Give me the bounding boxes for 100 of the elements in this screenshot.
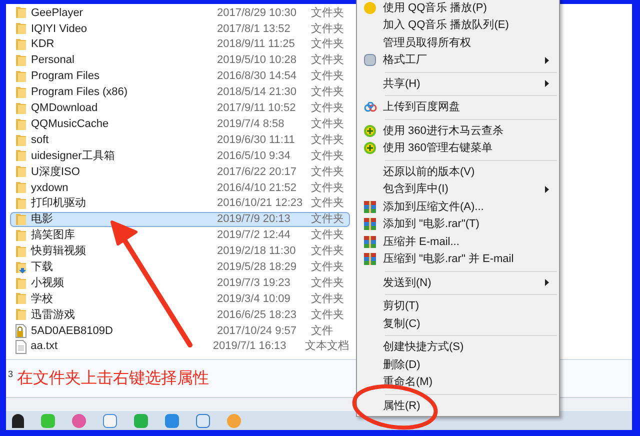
file-date: 2016/6/25 18:23 <box>217 308 298 323</box>
menu-item[interactable]: 加入 QQ音乐 播放队列(E) <box>357 16 559 34</box>
menu-item[interactable]: 添加到压缩文件(A)... <box>357 198 559 216</box>
app-icon[interactable] <box>103 414 117 428</box>
file-date: 2019/7/1 16:13 <box>212 339 288 354</box>
file-row[interactable]: IQIYI Video 2017/8/1 13:52 文件夹 <box>10 20 350 37</box>
folder-icon <box>15 118 27 131</box>
file-date: 2019/7/3 19:23 <box>217 276 292 291</box>
file-type: 文件夹 <box>311 116 344 132</box>
file-date: 2016/10/21 12:23 <box>217 196 304 212</box>
file-row[interactable]: 小视频 2019/7/3 19:23 文件夹 <box>10 275 350 292</box>
app-icon[interactable] <box>196 414 210 428</box>
file-row[interactable]: soft 2019/6/30 11:11 文件夹 <box>10 132 350 148</box>
file-name: soft <box>31 132 50 148</box>
app-icon[interactable] <box>227 414 241 428</box>
file-date: 2019/5/10 10:28 <box>217 53 298 68</box>
app-icon <box>364 54 376 66</box>
file-name: 打印机驱动 <box>31 196 87 212</box>
file-type: 文件夹 <box>311 164 344 180</box>
file-row[interactable]: 下载 2019/5/28 18:29 文件夹 <box>10 259 350 276</box>
file-row[interactable]: aa.txt 2019/7/1 16:13 文本文档 <box>10 338 350 355</box>
archive-icon <box>364 218 376 230</box>
archive-icon <box>364 200 376 213</box>
file-row[interactable]: Program Files 2016/8/30 14:54 文件夹 <box>10 68 350 84</box>
menu-item[interactable]: 剪切(T) <box>357 298 559 315</box>
menu-item[interactable]: 包含到库中(I) <box>357 180 559 198</box>
file-type: 文件夹 <box>311 212 344 228</box>
menu-item[interactable]: 删除(D) <box>357 356 559 374</box>
file-date: 2017/8/1 13:52 <box>217 22 292 37</box>
file-date: 2019/2/18 11:30 <box>217 244 297 260</box>
menu-item[interactable]: 还原以前的版本(V) <box>357 163 559 180</box>
menu-item[interactable]: 复制(C) <box>357 315 559 332</box>
file-row[interactable]: U深度ISO 2017/6/22 20:17 文件夹 <box>10 164 350 180</box>
file-name: GeePlayer <box>31 6 84 21</box>
file-name: Program Files <box>31 69 100 84</box>
folder-icon <box>15 6 27 20</box>
menu-item[interactable]: 共享(H) <box>357 75 559 92</box>
app-icon[interactable] <box>72 414 86 428</box>
file-name: 快剪辑视频 <box>31 244 87 260</box>
app-icon[interactable] <box>134 414 148 428</box>
cloud-icon <box>364 102 376 112</box>
locked-file-icon <box>15 324 27 338</box>
menu-item[interactable]: 添加到 "电影.rar"(T) <box>357 216 559 233</box>
file-row[interactable]: QMDownload 2017/9/11 10:52 文件夹 <box>10 100 350 116</box>
file-row[interactable]: yxdown 2016/4/10 21:52 文件夹 <box>10 180 350 196</box>
folder-icon <box>15 181 27 194</box>
file-date: 2019/7/2 12:44 <box>217 228 292 244</box>
menu-item[interactable]: 压缩并 E-mail... <box>357 233 559 250</box>
app-icon[interactable] <box>165 414 179 428</box>
file-name: IQIYI Video <box>31 22 88 37</box>
menu-item[interactable]: 创建快捷方式(S) <box>357 338 559 356</box>
folder-icon <box>15 38 27 52</box>
app-icon[interactable] <box>41 414 55 428</box>
menu-item[interactable]: 压缩到 "电影.rar" 并 E-mail <box>357 250 559 268</box>
file-name: QMDownload <box>31 101 99 116</box>
menu-item[interactable]: 发送到(N) <box>357 274 559 292</box>
file-type: 文件夹 <box>311 132 344 148</box>
file-row[interactable]: GeePlayer 2017/8/29 10:30 文件夹 <box>10 5 350 21</box>
file-type: 文件夹 <box>311 276 344 291</box>
folder-icon <box>15 197 27 210</box>
menu-item[interactable]: 管理员取得所有权 <box>357 34 559 52</box>
menu-item[interactable]: 使用 QQ音乐 播放(P) <box>357 0 559 16</box>
archive-icon <box>364 236 376 248</box>
annotation-text: 在文件夹上击右键选择属性 <box>17 368 210 388</box>
file-type: 文件 <box>311 324 333 339</box>
file-date: 2016/4/10 21:52 <box>217 180 298 196</box>
folder-icon <box>15 134 27 147</box>
folder-icon <box>15 22 27 36</box>
menu-item[interactable]: 使用 360管理右键菜单 <box>357 140 559 157</box>
file-row[interactable]: 迅雷游戏 2016/6/25 18:23 文件夹 <box>10 306 350 323</box>
file-type: 文件夹 <box>311 36 344 52</box>
menu-item[interactable]: 使用 360进行木马云查杀 <box>357 122 559 140</box>
file-type: 文件夹 <box>311 180 344 196</box>
file-row[interactable]: 学校 2019/3/4 10:09 文件夹 <box>10 291 350 307</box>
file-row[interactable]: Program Files (x86) 2018/5/14 21:30 文件夹 <box>10 84 350 100</box>
folder-icon <box>15 102 27 115</box>
folder-icon <box>15 86 27 99</box>
file-type: 文件夹 <box>311 228 344 244</box>
file-row[interactable]: QQMusicCache 2019/7/4 8:58 文件夹 <box>10 116 350 132</box>
menu-item[interactable]: 上传到百度网盘 <box>357 98 559 116</box>
file-row[interactable]: 5AD0AEB8109D 2017/10/24 9:57 文件 <box>10 322 350 339</box>
download-folder-icon <box>15 260 27 274</box>
file-date: 2019/3/4 10:09 <box>217 292 292 307</box>
file-date: 2017/9/11 10:52 <box>217 101 297 116</box>
file-row[interactable]: 快剪辑视频 2019/2/18 11:30 文件夹 <box>10 243 350 260</box>
folder-icon <box>15 70 27 83</box>
menu-item[interactable]: 格式工厂 <box>357 52 559 69</box>
menu-item[interactable]: 属性(R) <box>357 397 559 414</box>
file-name: 小视频 <box>31 276 65 291</box>
file-name: KDR <box>31 37 56 52</box>
file-type: 文件夹 <box>311 148 344 164</box>
folder-icon <box>15 276 27 290</box>
file-row[interactable]: 搞笑图库 2019/7/2 12:44 文件夹 <box>10 227 350 244</box>
file-row[interactable]: KDR 2018/9/11 11:25 文件夹 <box>10 36 350 53</box>
file-row[interactable]: Personal 2019/5/10 10:28 文件夹 <box>10 52 350 69</box>
file-type: 文件夹 <box>311 84 344 100</box>
file-type: 文件夹 <box>311 6 344 21</box>
file-row[interactable]: 打印机驱动 2016/10/21 12:23 文件夹 <box>10 196 350 212</box>
file-row[interactable]: 电影 2019/7/9 20:13 文件夹 <box>10 212 350 228</box>
file-row[interactable]: uidesigner工具箱 2016/5/10 9:34 文件夹 <box>10 148 350 164</box>
